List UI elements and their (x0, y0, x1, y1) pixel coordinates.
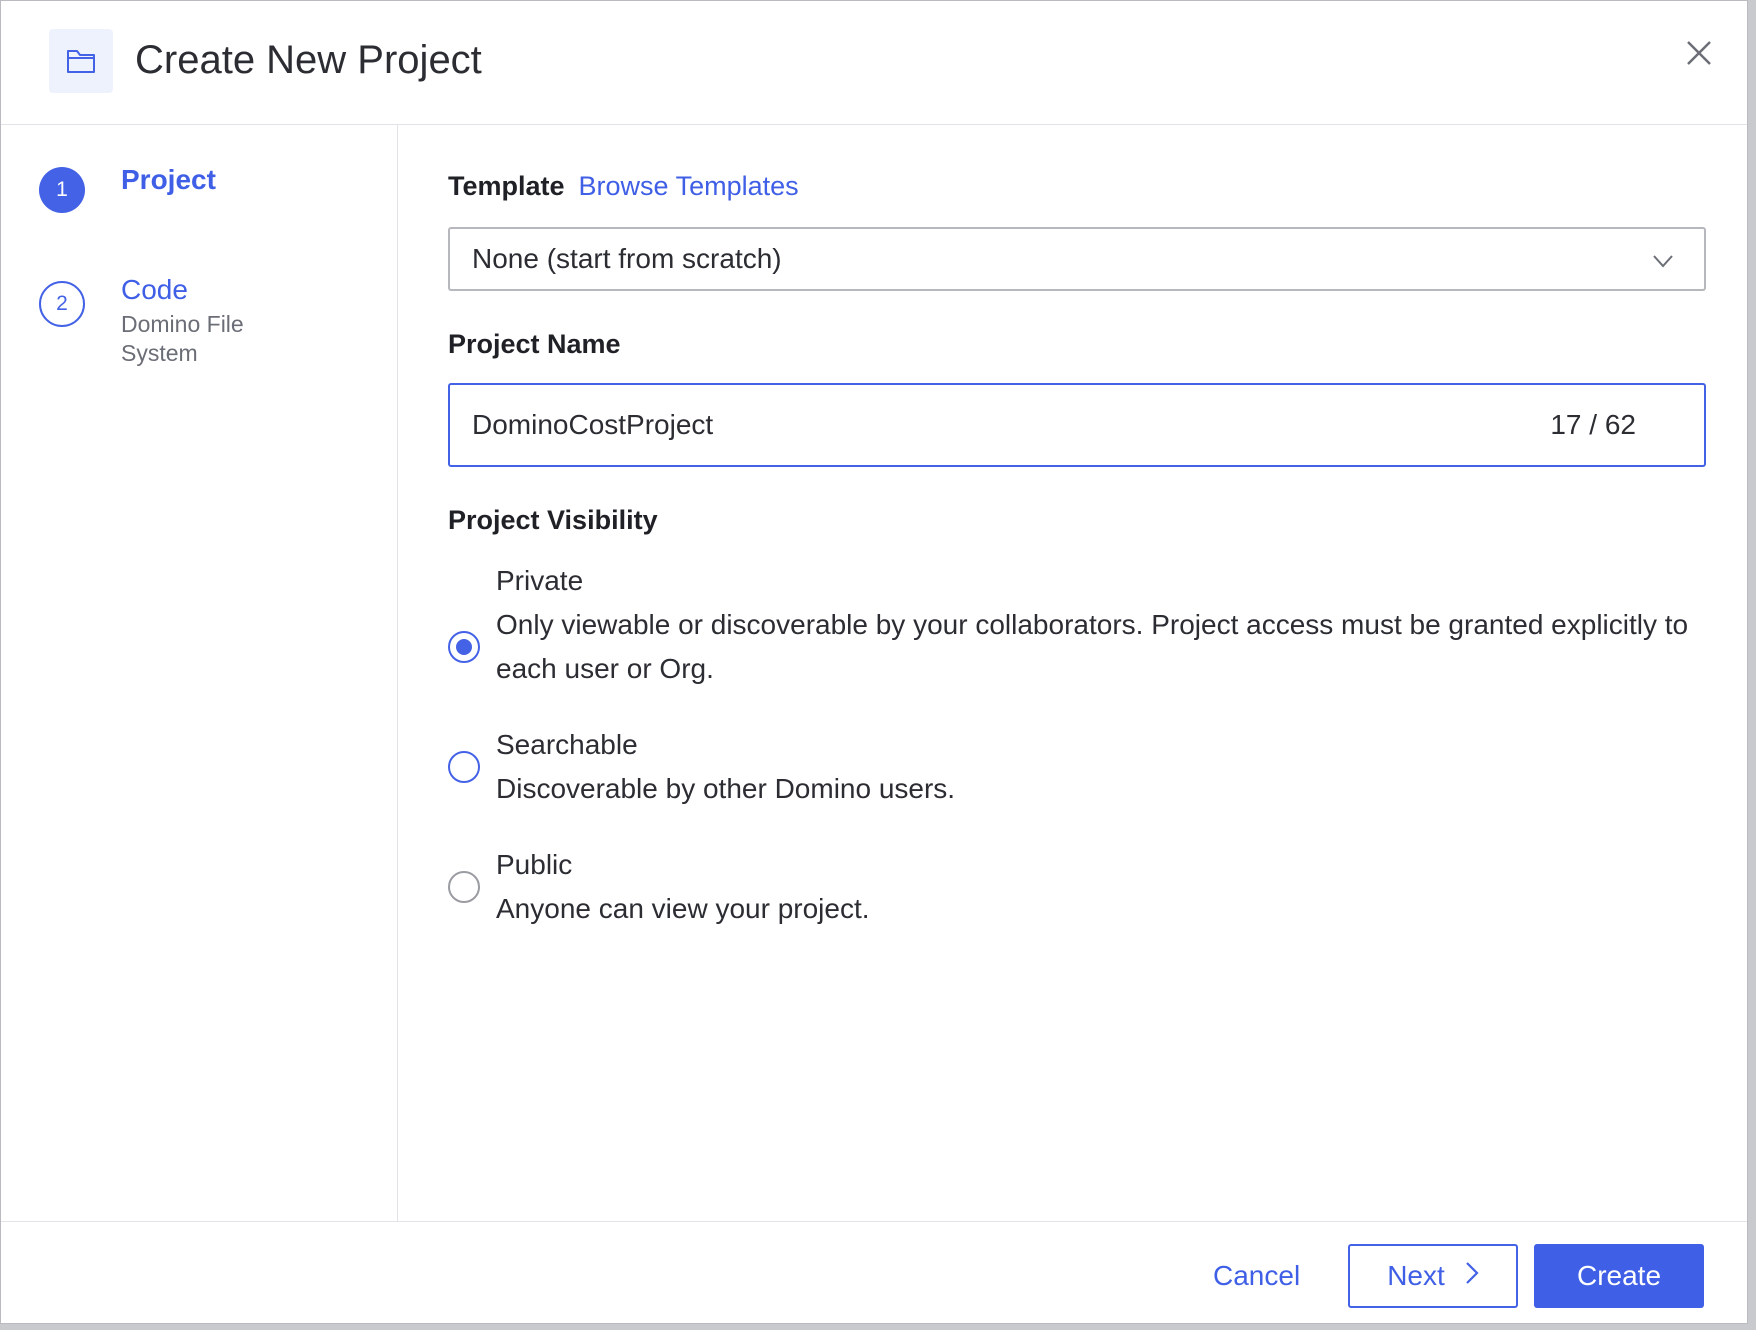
radio-private[interactable] (448, 631, 480, 663)
radio-public[interactable] (448, 871, 480, 903)
template-select-value: None (start from scratch) (472, 243, 782, 274)
next-button[interactable]: Next (1348, 1244, 1518, 1308)
project-form: Template Browse Templates None (start fro… (398, 125, 1749, 1221)
step-number: 2 (39, 281, 85, 327)
character-counter: 17 / 62 (1550, 409, 1636, 440)
step-sublabel: Domino File System (121, 311, 244, 366)
chevron-right-icon (1465, 1260, 1479, 1292)
option-title: Private (496, 565, 584, 596)
next-label: Next (1387, 1260, 1445, 1291)
create-button[interactable]: Create (1534, 1244, 1704, 1308)
chevron-down-icon (1652, 247, 1674, 279)
wizard-steps: 1 Project 2 Code Domino File System (1, 125, 398, 1221)
cancel-button[interactable]: Cancel (1213, 1260, 1300, 1292)
template-label-row: Template Browse Templates (448, 171, 799, 202)
dialog-footer: Cancel Next Create (1, 1221, 1747, 1325)
browse-templates-link[interactable]: Browse Templates (579, 171, 799, 201)
project-name-input[interactable]: DominoCostProject 17 / 62 (448, 383, 1706, 467)
project-name-label: Project Name (448, 329, 621, 359)
close-icon[interactable] (1681, 35, 1717, 71)
folder-icon (49, 29, 113, 93)
option-description: Discoverable by other Domino users. (496, 773, 956, 804)
dialog-title: Create New Project (135, 38, 482, 82)
template-label: Template (448, 171, 565, 201)
option-title: Searchable (496, 729, 638, 760)
template-select[interactable]: None (start from scratch) (448, 227, 1706, 291)
step-project[interactable]: 1 Project (39, 164, 216, 213)
step-label: Code (121, 274, 188, 305)
option-title: Public (496, 849, 573, 880)
option-description: Only viewable or discoverable by your co… (496, 609, 1689, 684)
option-description: Anyone can view your project. (496, 893, 870, 924)
project-name-value: DominoCostProject (472, 409, 714, 440)
step-code[interactable]: 2 Code Domino File System (39, 274, 261, 368)
visibility-label: Project Visibility (448, 505, 658, 535)
radio-searchable[interactable] (448, 751, 480, 783)
step-number: 1 (39, 167, 85, 213)
dialog-header: Create New Project (1, 1, 1747, 125)
step-label: Project (121, 164, 216, 195)
create-project-dialog: Create New Project 1 Project 2 Code Domi… (0, 0, 1748, 1324)
